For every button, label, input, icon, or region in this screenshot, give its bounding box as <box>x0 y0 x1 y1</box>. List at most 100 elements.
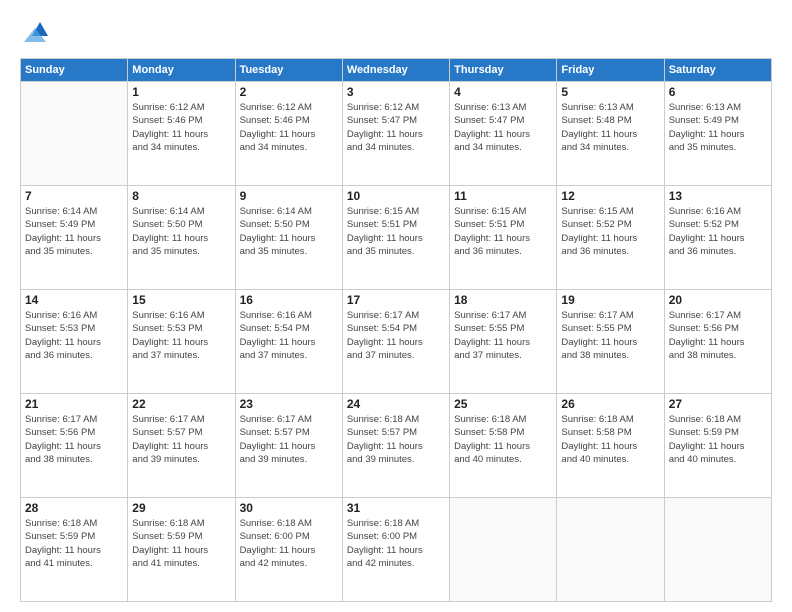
day-number: 22 <box>132 397 230 411</box>
day-number: 20 <box>669 293 767 307</box>
calendar-cell <box>450 498 557 602</box>
day-number: 10 <box>347 189 445 203</box>
calendar-cell <box>664 498 771 602</box>
day-info: Sunrise: 6:16 AM Sunset: 5:52 PM Dayligh… <box>669 205 767 258</box>
day-number: 15 <box>132 293 230 307</box>
day-info: Sunrise: 6:17 AM Sunset: 5:56 PM Dayligh… <box>669 309 767 362</box>
calendar-cell: 12 Sunrise: 6:15 AM Sunset: 5:52 PM Dayli… <box>557 186 664 290</box>
calendar-cell: 6 Sunrise: 6:13 AM Sunset: 5:49 PM Daylig… <box>664 82 771 186</box>
day-info: Sunrise: 6:12 AM Sunset: 5:46 PM Dayligh… <box>240 101 338 154</box>
calendar-cell <box>557 498 664 602</box>
calendar-cell: 27 Sunrise: 6:18 AM Sunset: 5:59 PM Dayli… <box>664 394 771 498</box>
col-header-sunday: Sunday <box>21 59 128 82</box>
day-info: Sunrise: 6:13 AM Sunset: 5:48 PM Dayligh… <box>561 101 659 154</box>
calendar-cell: 11 Sunrise: 6:15 AM Sunset: 5:51 PM Dayli… <box>450 186 557 290</box>
calendar-cell: 24Sunrise: 6:18 AM Sunset: 5:57 PM Dayli… <box>342 394 449 498</box>
calendar-cell: 4 Sunrise: 6:13 AM Sunset: 5:47 PM Daylig… <box>450 82 557 186</box>
calendar-cell: 25 Sunrise: 6:18 AM Sunset: 5:58 PM Dayli… <box>450 394 557 498</box>
day-info: Sunrise: 6:18 AM Sunset: 5:58 PM Dayligh… <box>561 413 659 466</box>
calendar-cell: 3Sunrise: 6:12 AM Sunset: 5:47 PM Daylig… <box>342 82 449 186</box>
logo <box>20 18 54 48</box>
day-number: 6 <box>669 85 767 99</box>
day-info: Sunrise: 6:18 AM Sunset: 5:59 PM Dayligh… <box>669 413 767 466</box>
col-header-monday: Monday <box>128 59 235 82</box>
day-number: 2 <box>240 85 338 99</box>
day-number: 8 <box>132 189 230 203</box>
calendar-cell: 9Sunrise: 6:14 AM Sunset: 5:50 PM Daylig… <box>235 186 342 290</box>
day-number: 17 <box>347 293 445 307</box>
day-number: 29 <box>132 501 230 515</box>
day-number: 1 <box>132 85 230 99</box>
day-number: 25 <box>454 397 552 411</box>
calendar-week-row: 14 Sunrise: 6:16 AM Sunset: 5:53 PM Dayli… <box>21 290 772 394</box>
day-info: Sunrise: 6:18 AM Sunset: 6:00 PM Dayligh… <box>240 517 338 570</box>
day-info: Sunrise: 6:16 AM Sunset: 5:53 PM Dayligh… <box>132 309 230 362</box>
day-info: Sunrise: 6:18 AM Sunset: 6:00 PM Dayligh… <box>347 517 445 570</box>
page: SundayMondayTuesdayWednesdayThursdayFrid… <box>0 0 792 612</box>
calendar-cell: 8 Sunrise: 6:14 AM Sunset: 5:50 PM Daylig… <box>128 186 235 290</box>
day-info: Sunrise: 6:18 AM Sunset: 5:59 PM Dayligh… <box>25 517 123 570</box>
calendar-week-row: 28Sunrise: 6:18 AM Sunset: 5:59 PM Dayli… <box>21 498 772 602</box>
day-info: Sunrise: 6:13 AM Sunset: 5:49 PM Dayligh… <box>669 101 767 154</box>
day-info: Sunrise: 6:12 AM Sunset: 5:47 PM Dayligh… <box>347 101 445 154</box>
day-info: Sunrise: 6:18 AM Sunset: 5:58 PM Dayligh… <box>454 413 552 466</box>
day-info: Sunrise: 6:15 AM Sunset: 5:51 PM Dayligh… <box>454 205 552 258</box>
day-number: 5 <box>561 85 659 99</box>
day-number: 11 <box>454 189 552 203</box>
calendar-cell: 23Sunrise: 6:17 AM Sunset: 5:57 PM Dayli… <box>235 394 342 498</box>
col-header-tuesday: Tuesday <box>235 59 342 82</box>
day-info: Sunrise: 6:15 AM Sunset: 5:52 PM Dayligh… <box>561 205 659 258</box>
day-number: 31 <box>347 501 445 515</box>
day-info: Sunrise: 6:13 AM Sunset: 5:47 PM Dayligh… <box>454 101 552 154</box>
calendar-cell: 2 Sunrise: 6:12 AM Sunset: 5:46 PM Daylig… <box>235 82 342 186</box>
calendar-cell <box>21 82 128 186</box>
calendar-cell: 13 Sunrise: 6:16 AM Sunset: 5:52 PM Dayli… <box>664 186 771 290</box>
day-number: 27 <box>669 397 767 411</box>
calendar-cell: 30 Sunrise: 6:18 AM Sunset: 6:00 PM Dayli… <box>235 498 342 602</box>
col-header-saturday: Saturday <box>664 59 771 82</box>
calendar-cell: 28Sunrise: 6:18 AM Sunset: 5:59 PM Dayli… <box>21 498 128 602</box>
day-info: Sunrise: 6:17 AM Sunset: 5:55 PM Dayligh… <box>454 309 552 362</box>
day-number: 14 <box>25 293 123 307</box>
day-number: 26 <box>561 397 659 411</box>
col-header-wednesday: Wednesday <box>342 59 449 82</box>
day-number: 13 <box>669 189 767 203</box>
day-info: Sunrise: 6:15 AM Sunset: 5:51 PM Dayligh… <box>347 205 445 258</box>
header <box>20 18 772 48</box>
day-info: Sunrise: 6:17 AM Sunset: 5:54 PM Dayligh… <box>347 309 445 362</box>
day-info: Sunrise: 6:17 AM Sunset: 5:57 PM Dayligh… <box>132 413 230 466</box>
calendar-week-row: 21Sunrise: 6:17 AM Sunset: 5:56 PM Dayli… <box>21 394 772 498</box>
logo-icon <box>20 18 50 48</box>
calendar-cell: 17 Sunrise: 6:17 AM Sunset: 5:54 PM Dayli… <box>342 290 449 394</box>
day-number: 19 <box>561 293 659 307</box>
calendar-cell: 15 Sunrise: 6:16 AM Sunset: 5:53 PM Dayli… <box>128 290 235 394</box>
day-number: 16 <box>240 293 338 307</box>
calendar-cell: 16 Sunrise: 6:16 AM Sunset: 5:54 PM Dayli… <box>235 290 342 394</box>
day-number: 4 <box>454 85 552 99</box>
day-info: Sunrise: 6:18 AM Sunset: 5:59 PM Dayligh… <box>132 517 230 570</box>
calendar-cell: 1Sunrise: 6:12 AM Sunset: 5:46 PM Daylig… <box>128 82 235 186</box>
day-number: 18 <box>454 293 552 307</box>
day-info: Sunrise: 6:16 AM Sunset: 5:53 PM Dayligh… <box>25 309 123 362</box>
col-header-friday: Friday <box>557 59 664 82</box>
day-number: 9 <box>240 189 338 203</box>
day-number: 21 <box>25 397 123 411</box>
calendar-cell: 22 Sunrise: 6:17 AM Sunset: 5:57 PM Dayli… <box>128 394 235 498</box>
calendar-cell: 21Sunrise: 6:17 AM Sunset: 5:56 PM Dayli… <box>21 394 128 498</box>
calendar-cell: 26 Sunrise: 6:18 AM Sunset: 5:58 PM Dayli… <box>557 394 664 498</box>
day-number: 23 <box>240 397 338 411</box>
calendar-header-row: SundayMondayTuesdayWednesdayThursdayFrid… <box>21 59 772 82</box>
calendar-cell: 20 Sunrise: 6:17 AM Sunset: 5:56 PM Dayli… <box>664 290 771 394</box>
calendar-cell: 14 Sunrise: 6:16 AM Sunset: 5:53 PM Dayli… <box>21 290 128 394</box>
day-info: Sunrise: 6:14 AM Sunset: 5:50 PM Dayligh… <box>132 205 230 258</box>
day-number: 30 <box>240 501 338 515</box>
day-info: Sunrise: 6:18 AM Sunset: 5:57 PM Dayligh… <box>347 413 445 466</box>
day-info: Sunrise: 6:16 AM Sunset: 5:54 PM Dayligh… <box>240 309 338 362</box>
day-number: 12 <box>561 189 659 203</box>
col-header-thursday: Thursday <box>450 59 557 82</box>
calendar-week-row: 1 Sunrise: 6:12 AM Sunset: 5:46 PM Daylig… <box>21 82 772 186</box>
calendar-cell: 18 Sunrise: 6:17 AM Sunset: 5:55 PM Dayli… <box>450 290 557 394</box>
day-info: Sunrise: 6:14 AM Sunset: 5:49 PM Dayligh… <box>25 205 123 258</box>
calendar-table: SundayMondayTuesdayWednesdayThursdayFrid… <box>20 58 772 602</box>
calendar-cell: 31 Sunrise: 6:18 AM Sunset: 6:00 PM Dayli… <box>342 498 449 602</box>
